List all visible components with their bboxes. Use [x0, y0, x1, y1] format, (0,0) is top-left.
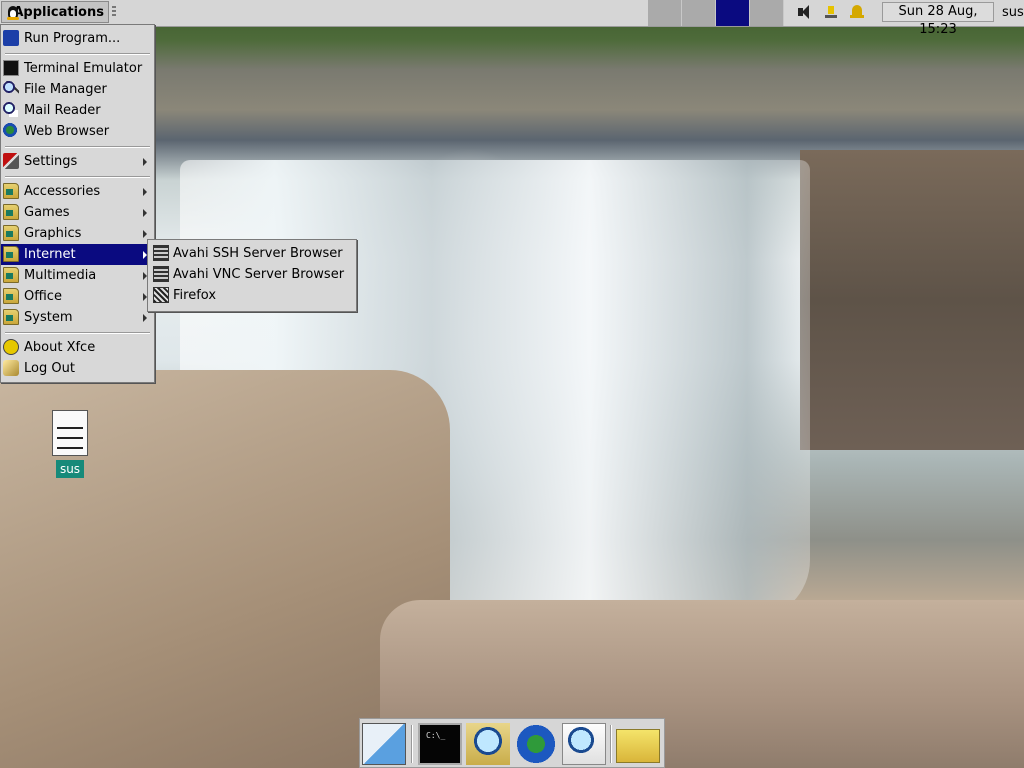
run-icon — [3, 30, 19, 46]
menu-item-label: Avahi SSH Server Browser — [173, 246, 343, 261]
submenu-arrow-icon — [143, 158, 147, 166]
find-icon[interactable] — [562, 723, 606, 765]
workspace-2[interactable] — [682, 0, 716, 26]
folder-icon — [3, 204, 19, 220]
workspace-3[interactable] — [716, 0, 750, 26]
menu-item-run-program[interactable]: Run Program... — [1, 28, 154, 49]
network-icon[interactable] — [822, 3, 840, 21]
menu-item-label: Games — [24, 205, 70, 220]
notepad-icon — [52, 410, 88, 456]
menu-item-mail-reader[interactable]: Mail Reader — [1, 100, 154, 121]
menu-item-label: Log Out — [24, 361, 75, 376]
menu-item-label: Office — [24, 289, 62, 304]
clock[interactable]: Sun 28 Aug, 15:23 — [882, 2, 994, 37]
terminal-icon[interactable] — [418, 723, 462, 765]
menu-item-label: Terminal Emulator — [24, 61, 143, 76]
workspace-1[interactable] — [648, 0, 682, 26]
folder-icon — [3, 267, 19, 283]
file-search-icon[interactable] — [466, 723, 510, 765]
wallpaper-cliff — [800, 150, 1024, 450]
workspace-4[interactable] — [750, 0, 784, 26]
menu-item-games[interactable]: Games — [1, 202, 154, 223]
globe-icon — [3, 123, 19, 139]
menu-separator — [5, 53, 150, 55]
panel-handle-icon[interactable] — [112, 6, 116, 18]
menu-item-label: Settings — [24, 154, 78, 169]
text-editor-icon[interactable] — [362, 723, 406, 765]
web-browser-icon[interactable] — [514, 723, 558, 765]
system-tray — [796, 3, 866, 21]
folder-icon — [3, 288, 19, 304]
menu-item-log-out[interactable]: Log Out — [1, 358, 154, 379]
menu-item-label: Mail Reader — [24, 103, 101, 118]
menu-item-label: File Manager — [24, 82, 107, 97]
menu-item-label: Firefox — [173, 288, 217, 303]
submenu-arrow-icon — [143, 209, 147, 217]
user-label[interactable]: sus — [1002, 0, 1024, 26]
menu-separator — [5, 146, 150, 148]
smiley-icon — [3, 339, 19, 355]
menu-separator — [5, 176, 150, 178]
menu-item-multimedia[interactable]: Multimedia — [1, 265, 154, 286]
menu-item-system[interactable]: System — [1, 307, 154, 328]
desktop-icon-label: sus — [55, 460, 85, 478]
menu-item-avahi-vnc-server-browser[interactable]: Avahi VNC Server Browser — [148, 264, 356, 285]
launcher-panel — [359, 718, 665, 768]
menu-item-graphics[interactable]: Graphics — [1, 223, 154, 244]
applications-menu: Run Program... Terminal Emulator File Ma… — [0, 24, 155, 383]
folder-icon — [3, 246, 19, 262]
applications-label: Applications — [13, 4, 104, 20]
menu-item-label: Run Program... — [24, 31, 121, 46]
workspace-switcher — [648, 0, 784, 26]
menu-item-label: Avahi VNC Server Browser — [173, 267, 345, 282]
terminal-icon — [3, 60, 19, 76]
launcher-separator — [411, 725, 413, 763]
menu-item-avahi-ssh-server-browser[interactable]: Avahi SSH Server Browser — [148, 243, 356, 264]
firefox-icon — [153, 287, 169, 303]
folder-icon — [3, 309, 19, 325]
menu-item-terminal-emulator[interactable]: Terminal Emulator — [1, 58, 154, 79]
mail-icon — [3, 102, 19, 118]
submenu-arrow-icon — [143, 230, 147, 238]
menu-item-label: System — [24, 310, 73, 325]
folder-icon — [3, 183, 19, 199]
menu-item-about-xfce[interactable]: About Xfce — [1, 337, 154, 358]
desktop-icon-sus[interactable]: sus — [50, 410, 90, 478]
menu-item-office[interactable]: Office — [1, 286, 154, 307]
bell-icon[interactable] — [848, 3, 866, 21]
menu-item-file-manager[interactable]: File Manager — [1, 79, 154, 100]
folder-icon — [3, 225, 19, 241]
logout-icon — [3, 360, 19, 376]
menu-item-label: Accessories — [24, 184, 101, 199]
applications-menu-button[interactable]: Applications — [1, 1, 109, 23]
menu-item-internet[interactable]: Internet — [1, 244, 154, 265]
top-panel: Applications Sun 28 Aug, 15:23 sus — [0, 0, 1024, 37]
network-browser-icon — [153, 245, 169, 261]
menu-item-label: Multimedia — [24, 268, 97, 283]
speaker-icon[interactable] — [796, 3, 814, 21]
submenu-arrow-icon — [143, 188, 147, 196]
menu-item-label: Internet — [24, 247, 76, 262]
tux-icon — [6, 4, 19, 20]
menu-item-accessories[interactable]: Accessories — [1, 181, 154, 202]
menu-separator — [5, 332, 150, 334]
internet-submenu: Avahi SSH Server Browser Avahi VNC Serve… — [147, 239, 357, 312]
menu-item-firefox[interactable]: Firefox — [148, 285, 356, 306]
folder-icon[interactable] — [616, 729, 660, 763]
menu-item-label: About Xfce — [24, 340, 96, 355]
menu-item-label: Graphics — [24, 226, 82, 241]
submenu-arrow-icon — [143, 314, 147, 322]
network-browser-icon — [153, 266, 169, 282]
menu-item-label: Web Browser — [24, 124, 110, 139]
menu-item-settings[interactable]: Settings — [1, 151, 154, 172]
launcher-separator — [610, 725, 612, 763]
settings-icon — [3, 153, 19, 169]
menu-item-web-browser[interactable]: Web Browser — [1, 121, 154, 142]
file-manager-icon — [3, 81, 19, 97]
